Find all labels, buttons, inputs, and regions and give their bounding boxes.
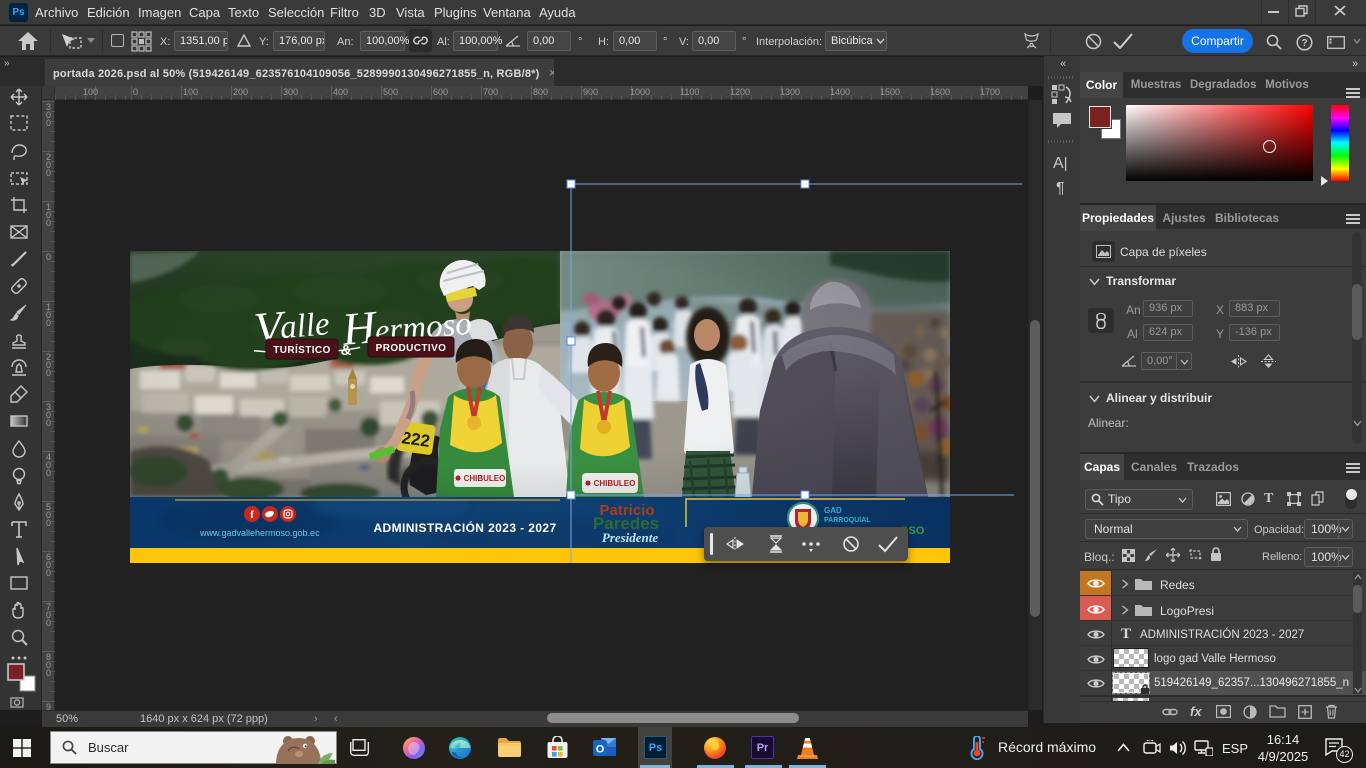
svg-text:?: ? xyxy=(1301,38,1307,49)
svg-text:O: O xyxy=(596,744,605,756)
